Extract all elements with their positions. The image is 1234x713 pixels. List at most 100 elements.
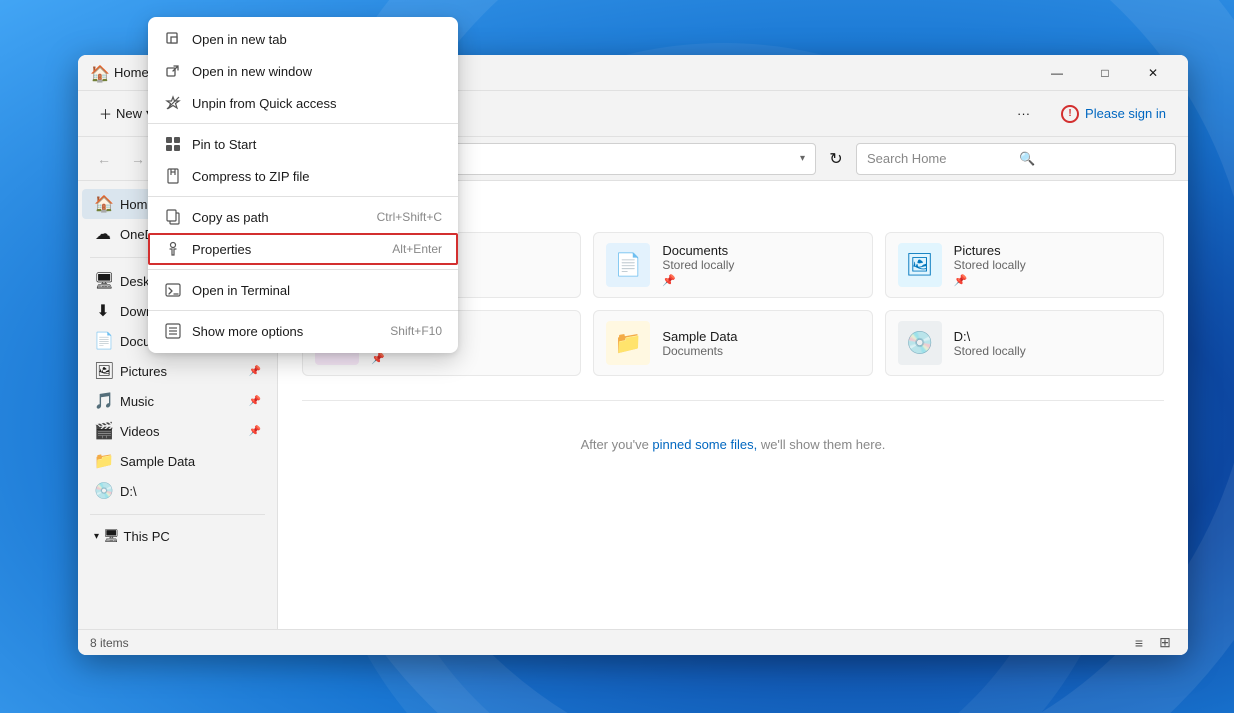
sidebar-music-label: Music xyxy=(120,394,154,409)
sampledata-folder-name: Sample Data xyxy=(662,329,737,344)
show-more-shortcut: Shift+F10 xyxy=(390,324,442,338)
folder-item-sampledata[interactable]: 📁 Sample Data Documents xyxy=(593,310,872,376)
documents-folder-info: Documents Stored locally 📌 xyxy=(662,243,734,287)
sidebar-item-music[interactable]: 🎵 Music 📌 xyxy=(82,386,273,416)
pinned-link[interactable]: pinned some files, xyxy=(652,437,757,452)
this-pc-icon: 🖥 xyxy=(103,528,120,544)
sidebar-sampledata-label: Sample Data xyxy=(120,454,195,469)
menu-item-properties[interactable]: Properties Alt+Enter xyxy=(148,233,458,265)
close-button[interactable]: ✕ xyxy=(1130,57,1176,89)
pictures-sidebar-icon: 🖼 xyxy=(94,361,112,381)
pictures-folder-icon: 🖼 xyxy=(898,243,942,287)
compress-zip-label: Compress to ZIP file xyxy=(192,169,442,184)
sidebar-d-drive-label: D:\ xyxy=(120,484,137,499)
documents-folder-sub: Stored locally xyxy=(662,258,734,272)
menu-separator-2 xyxy=(148,196,458,197)
pictures-folder-info: Pictures Stored locally 📌 xyxy=(954,243,1026,287)
menu-separator-1 xyxy=(148,123,458,124)
forward-icon: → xyxy=(131,151,145,167)
unpin-label: Unpin from Quick access xyxy=(192,96,442,111)
folder-item-d-drive[interactable]: 💿 D:\ Stored locally xyxy=(885,310,1164,376)
sidebar-item-d-drive[interactable]: 💿 D:\ xyxy=(82,476,273,506)
context-menu: Open in new tab Open in new window Unpin… xyxy=(148,17,458,353)
menu-item-open-new-window[interactable]: Open in new window xyxy=(148,55,458,87)
documents-sidebar-icon: 📄 xyxy=(94,331,112,351)
d-drive-icon: 💿 xyxy=(94,481,112,501)
home-sidebar-icon: 🏠 xyxy=(94,194,112,214)
menu-separator-3 xyxy=(148,269,458,270)
sidebar-item-videos[interactable]: 🎬 Videos 📌 xyxy=(82,416,273,446)
search-box[interactable]: Search Home 🔍 xyxy=(856,143,1176,175)
window-controls: — □ ✕ xyxy=(1034,57,1176,89)
menu-item-show-more[interactable]: Show more options Shift+F10 xyxy=(148,315,458,347)
open-new-tab-icon xyxy=(164,30,182,48)
show-more-icon xyxy=(164,322,182,340)
copy-path-shortcut: Ctrl+Shift+C xyxy=(377,210,442,224)
terminal-label: Open in Terminal xyxy=(192,283,442,298)
copy-path-icon xyxy=(164,208,182,226)
d-drive-folder-icon: 💿 xyxy=(898,321,942,365)
d-drive-folder-sub: Stored locally xyxy=(954,344,1026,358)
back-button[interactable]: ← xyxy=(90,145,118,173)
desktop-icon: 🖥 xyxy=(94,271,112,291)
new-label: New xyxy=(116,106,142,121)
list-view-button[interactable]: ≡ xyxy=(1128,632,1150,654)
search-placeholder: Search Home xyxy=(867,151,1013,166)
properties-icon xyxy=(164,240,182,258)
sign-in-icon: ! xyxy=(1061,105,1079,123)
properties-label: Properties xyxy=(192,242,382,257)
refresh-icon: ↻ xyxy=(829,149,842,169)
pictures-folder-name: Pictures xyxy=(954,243,1026,258)
sampledata-folder-sub: Documents xyxy=(662,344,737,358)
menu-item-copy-as-path[interactable]: Copy as path Ctrl+Shift+C xyxy=(148,201,458,233)
view-toggle: ≡ ⊞ xyxy=(1128,632,1176,654)
sampledata-folder-icon: 📁 xyxy=(606,321,650,365)
pin-start-label: Pin to Start xyxy=(192,137,442,152)
statusbar: 8 items ≡ ⊞ xyxy=(78,629,1188,655)
folder-item-pictures[interactable]: 🖼 Pictures Stored locally 📌 xyxy=(885,232,1164,298)
downloads-sidebar-icon: ⬇ xyxy=(94,301,112,321)
menu-item-pin-to-start[interactable]: Pin to Start xyxy=(148,128,458,160)
d-drive-folder-info: D:\ Stored locally xyxy=(954,329,1026,358)
documents-folder-icon: 📄 xyxy=(606,243,650,287)
compress-zip-icon xyxy=(164,167,182,185)
sampledata-folder-info: Sample Data Documents xyxy=(662,329,737,358)
sidebar-videos-label: Videos xyxy=(120,424,160,439)
show-more-label: Show more options xyxy=(192,324,380,339)
terminal-icon xyxy=(164,281,182,299)
menu-item-open-new-tab[interactable]: Open in new tab xyxy=(148,23,458,55)
menu-separator-4 xyxy=(148,310,458,311)
grid-view-button[interactable]: ⊞ xyxy=(1154,632,1176,654)
sidebar-this-pc-label: This PC xyxy=(124,529,170,544)
videos-pin-icon: 📌 xyxy=(249,426,261,437)
more-icon: ··· xyxy=(1017,106,1030,121)
sidebar-this-pc[interactable]: ▾ 🖥 This PC xyxy=(82,523,273,549)
address-chevron-icon: ▾ xyxy=(800,153,805,164)
music-pin-icon: 📌 xyxy=(249,396,261,407)
menu-item-unpin[interactable]: Unpin from Quick access xyxy=(148,87,458,119)
sidebar-item-pictures[interactable]: 🖼 Pictures 📌 xyxy=(82,356,273,386)
sign-in-button[interactable]: ! Please sign in xyxy=(1051,100,1176,128)
refresh-button[interactable]: ↻ xyxy=(822,145,850,173)
minimize-button[interactable]: — xyxy=(1034,57,1080,89)
pin-start-icon xyxy=(164,135,182,153)
menu-item-compress-zip[interactable]: Compress to ZIP file xyxy=(148,160,458,192)
copy-path-label: Copy as path xyxy=(192,210,367,225)
pictures-folder-sub: Stored locally xyxy=(954,258,1026,272)
open-new-tab-label: Open in new tab xyxy=(192,32,442,47)
open-new-window-label: Open in new window xyxy=(192,64,442,79)
unpin-icon xyxy=(164,94,182,112)
folder-item-documents[interactable]: 📄 Documents Stored locally 📌 xyxy=(593,232,872,298)
sidebar-pictures-label: Pictures xyxy=(120,364,167,379)
maximize-button[interactable]: □ xyxy=(1082,57,1128,89)
home-icon: 🏠 xyxy=(90,64,108,82)
search-icon: 🔍 xyxy=(1019,151,1165,167)
sign-in-label: Please sign in xyxy=(1085,106,1166,121)
videos-pin-icon: 📌 xyxy=(371,352,443,365)
documents-pin-icon: 📌 xyxy=(662,274,734,287)
pinned-message: After you've pinned some files, we'll sh… xyxy=(302,437,1164,452)
sidebar-item-sampledata[interactable]: 📁 Sample Data xyxy=(82,446,273,476)
menu-item-open-terminal[interactable]: Open in Terminal xyxy=(148,274,458,306)
more-options-button[interactable]: ··· xyxy=(1008,100,1039,127)
sampledata-icon: 📁 xyxy=(94,451,112,471)
